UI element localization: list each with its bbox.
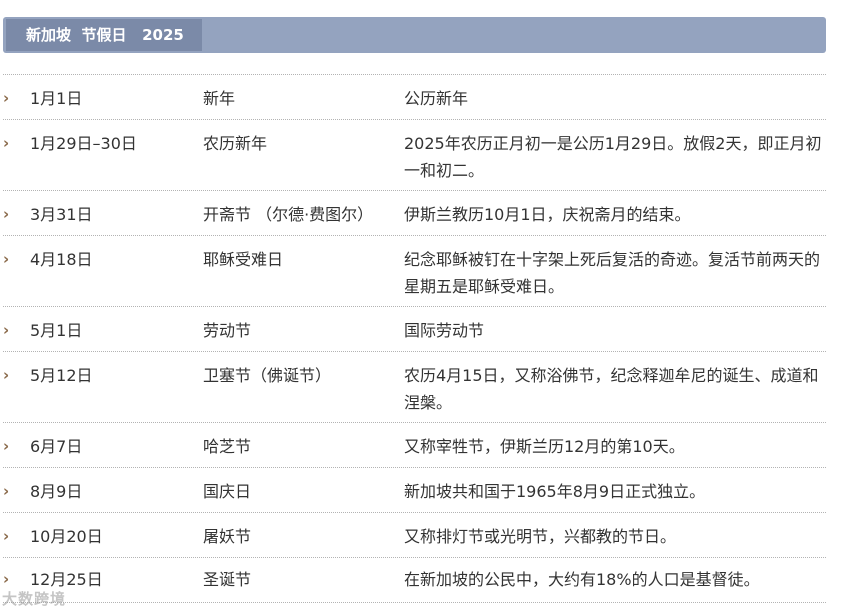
table-row: › 10月20日 屠妖节 又称排灯节或光明节，兴都教的节日。 — [3, 513, 826, 558]
holiday-description: 在新加坡的公民中，大约有18%的人口是基督徒。 — [404, 570, 760, 589]
holiday-name: 国庆日 — [203, 482, 252, 501]
holiday-description: 公历新年 — [404, 89, 469, 108]
holiday-description: 2025年农历正月初一是公历1月29日。放假2天，即正月初一和初二。 — [404, 134, 822, 180]
holiday-description: 农历4月15日，又称浴佛节，纪念释迦牟尼的诞生、成道和涅槃。 — [404, 366, 819, 412]
holiday-date: 5月12日 — [30, 366, 93, 385]
holiday-date: 6月7日 — [30, 437, 83, 456]
holiday-description: 国际劳动节 — [404, 321, 485, 340]
table-row: › 1月1日 新年 公历新年 — [3, 75, 826, 120]
chevron-right-icon: › — [3, 321, 10, 339]
chevron-right-icon: › — [3, 482, 10, 500]
holiday-date: 10月20日 — [30, 527, 103, 546]
chevron-right-icon: › — [3, 89, 10, 107]
holiday-date: 1月1日 — [30, 89, 83, 108]
holiday-name: 圣诞节 — [203, 570, 252, 589]
watermark: 大数跨境 — [2, 590, 67, 608]
holiday-date: 5月1日 — [30, 321, 83, 340]
chevron-right-icon: › — [3, 366, 10, 384]
chevron-right-icon: › — [3, 437, 10, 455]
header-bar: 新加坡 节假日 2025 — [3, 17, 826, 53]
chevron-right-icon: › — [3, 250, 10, 268]
table-row: › 12月25日 圣诞节 在新加坡的公民中，大约有18%的人口是基督徒。 — [3, 558, 826, 603]
holiday-name: 耶稣受难日 — [203, 250, 284, 269]
page-title: 新加坡 节假日 2025 — [6, 19, 202, 51]
holiday-date: 4月18日 — [30, 250, 93, 269]
chevron-right-icon: › — [3, 527, 10, 545]
holiday-date: 3月31日 — [30, 205, 93, 224]
holiday-description: 伊斯兰教历10月1日，庆祝斋月的结束。 — [404, 205, 691, 224]
holiday-date: 8月9日 — [30, 482, 83, 501]
holiday-name: 新年 — [203, 89, 236, 108]
holiday-name: 哈芝节 — [203, 437, 252, 456]
table-row: › 1月29日–30日 农历新年 2025年农历正月初一是公历1月29日。放假2… — [3, 120, 826, 191]
holiday-description: 又称排灯节或光明节，兴都教的节日。 — [404, 527, 677, 546]
holiday-table: › 1月1日 新年 公历新年 › 1月29日–30日 农历新年 2025年农历正… — [3, 74, 826, 603]
holiday-name: 卫塞节（佛诞节） — [203, 366, 332, 385]
holiday-name: 屠妖节 — [203, 527, 252, 546]
holiday-name: 开斋节 （尔德·费图尔） — [203, 205, 374, 224]
holiday-description: 纪念耶稣被钉在十字架上死后复活的奇迹。复活节前两天的星期五是耶稣受难日。 — [404, 250, 821, 296]
table-row: › 8月9日 国庆日 新加坡共和国于1965年8月9日正式独立。 — [3, 468, 826, 513]
holiday-name: 农历新年 — [203, 134, 268, 153]
holiday-description: 新加坡共和国于1965年8月9日正式独立。 — [404, 482, 706, 501]
holiday-name: 劳动节 — [203, 321, 252, 340]
table-row: › 5月12日 卫塞节（佛诞节） 农历4月15日，又称浴佛节，纪念释迦牟尼的诞生… — [3, 352, 826, 423]
table-row: › 6月7日 哈芝节 又称宰牲节，伊斯兰历12月的第10天。 — [3, 423, 826, 468]
chevron-right-icon: › — [3, 205, 10, 223]
table-row: › 5月1日 劳动节 国际劳动节 — [3, 307, 826, 352]
holiday-description: 又称宰牲节，伊斯兰历12月的第10天。 — [404, 437, 685, 456]
chevron-right-icon: › — [3, 134, 10, 152]
table-row: › 4月18日 耶稣受难日 纪念耶稣被钉在十字架上死后复活的奇迹。复活节前两天的… — [3, 236, 826, 307]
holiday-date: 1月29日–30日 — [30, 134, 137, 153]
table-row: › 3月31日 开斋节 （尔德·费图尔） 伊斯兰教历10月1日，庆祝斋月的结束。 — [3, 191, 826, 236]
